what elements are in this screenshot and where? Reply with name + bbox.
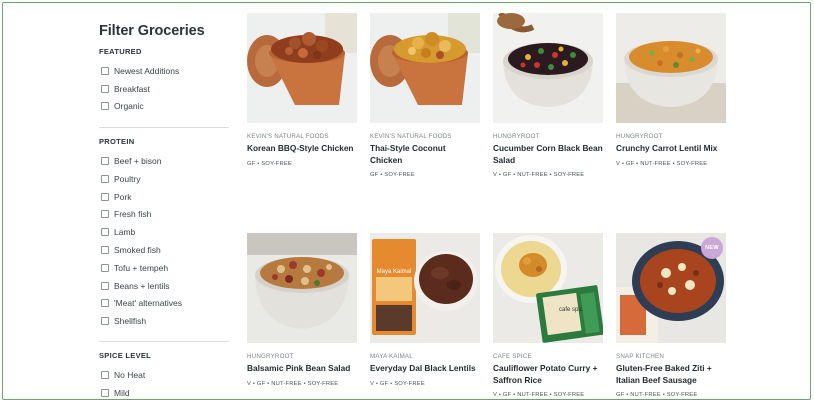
filter-option-fresh-fish[interactable]: Fresh fish bbox=[101, 208, 151, 220]
product-tags: GF • SOY-FREE bbox=[247, 160, 293, 167]
product-brand: CAFE SPICE bbox=[493, 353, 532, 360]
product-tags: V • GF • NUT-FREE • SOY-FREE bbox=[616, 160, 708, 167]
product-image[interactable] bbox=[493, 13, 603, 123]
checkbox[interactable] bbox=[101, 85, 109, 93]
filter-option-label: Pork bbox=[114, 192, 132, 202]
product-card[interactable]: cafe spice CAFE SPICE Cauliflower Potato… bbox=[493, 233, 603, 398]
checkbox[interactable] bbox=[101, 317, 109, 325]
product-image[interactable] bbox=[616, 13, 726, 123]
checkbox[interactable] bbox=[101, 67, 109, 75]
product-card[interactable]: NEW SNAP KITCHEN Gluten-Free Baked Ziti … bbox=[616, 233, 726, 398]
filter-title: Filter Groceries bbox=[99, 23, 205, 39]
product-card[interactable]: KEVIN'S NATURAL FOODS Thai-Style Coconut… bbox=[370, 13, 480, 178]
product-image[interactable] bbox=[247, 13, 357, 123]
filter-option-label: Beef + bison bbox=[114, 156, 162, 166]
section-divider bbox=[99, 127, 229, 128]
product-card[interactable]: Maya Kaimal MAYA KAIMAL Everyday Dal Bla… bbox=[370, 233, 480, 387]
section-divider bbox=[99, 341, 229, 342]
checkbox[interactable] bbox=[101, 371, 109, 379]
new-badge: NEW bbox=[701, 237, 723, 259]
filter-option-label: Organic bbox=[114, 101, 144, 111]
product-brand: HUNGRYROOT bbox=[493, 133, 540, 140]
filter-option-lamb[interactable]: Lamb bbox=[101, 226, 135, 238]
product-tags: GF • SOY-FREE bbox=[370, 172, 416, 178]
checkbox[interactable] bbox=[101, 389, 109, 397]
product-image[interactable]: Maya Kaimal bbox=[370, 233, 480, 343]
product-name[interactable]: Balsamic Pink Bean Salad bbox=[247, 363, 357, 375]
filter-option-beef-bison[interactable]: Beef + bison bbox=[101, 155, 162, 167]
filter-option-shellfish[interactable]: Shellfish bbox=[101, 315, 146, 327]
filter-option-label: 'Meat' alternatives bbox=[114, 298, 182, 308]
filter-option-label: Tofu + tempeh bbox=[114, 263, 169, 273]
filter-option-label: Smoked fish bbox=[114, 245, 161, 255]
filter-option-smoked-fish[interactable]: Smoked fish bbox=[101, 244, 161, 256]
product-tags: V • GF • NUT-FREE • SOY-FREE bbox=[493, 392, 585, 398]
product-name[interactable]: Cauliflower Potato Curry + Saffron Rice bbox=[493, 363, 603, 386]
product-brand: SNAP KITCHEN bbox=[616, 353, 665, 360]
page-frame: Filter Groceries FEATURED Newest Additio… bbox=[2, 2, 811, 400]
product-name[interactable]: Thai-Style Coconut Chicken bbox=[370, 143, 480, 166]
filter-option-no-heat[interactable]: No Heat bbox=[101, 369, 145, 381]
product-image[interactable] bbox=[247, 233, 357, 343]
product-image[interactable] bbox=[370, 13, 480, 123]
product-name[interactable]: Everyday Dal Black Lentils bbox=[370, 363, 480, 375]
filter-option-tofu-tempeh[interactable]: Tofu + tempeh bbox=[101, 262, 168, 274]
filter-option-label: Newest Additions bbox=[114, 66, 180, 76]
filter-option-organic[interactable]: Organic bbox=[101, 100, 144, 112]
checkbox[interactable] bbox=[101, 228, 109, 236]
filter-option-label: Beans + lentils bbox=[114, 281, 170, 291]
product-image[interactable]: cafe spice bbox=[493, 233, 603, 343]
product-brand: MAYA KAIMAL bbox=[370, 353, 413, 360]
checkbox[interactable] bbox=[101, 264, 109, 272]
filter-option-mild[interactable]: Mild bbox=[101, 387, 130, 399]
product-brand: KEVIN'S NATURAL FOODS bbox=[247, 133, 329, 140]
filter-option-poultry[interactable]: Poultry bbox=[101, 173, 140, 185]
product-tags: GF • NUT-FREE • SOY-FREE bbox=[616, 392, 698, 398]
product-card[interactable]: HUNGRYROOT Cucumber Corn Black Bean Sala… bbox=[493, 13, 603, 178]
product-name[interactable]: Korean BBQ-Style Chicken bbox=[247, 143, 357, 155]
filter-option-label: Mild bbox=[114, 388, 130, 398]
product-name[interactable]: Gluten-Free Baked Ziti + Italian Beef Sa… bbox=[616, 363, 726, 386]
product-name[interactable]: Cucumber Corn Black Bean Salad bbox=[493, 143, 603, 166]
checkbox[interactable] bbox=[101, 175, 109, 183]
checkbox[interactable] bbox=[101, 246, 109, 254]
product-brand: KEVIN'S NATURAL FOODS bbox=[370, 133, 452, 140]
section-title-spice-level: SPICE LEVEL bbox=[99, 351, 152, 360]
filter-option-label: Lamb bbox=[114, 227, 136, 237]
section-title-protein: PROTEIN bbox=[99, 137, 135, 146]
product-card[interactable]: HUNGRYROOT Balsamic Pink Bean Salad V • … bbox=[247, 233, 357, 387]
filter-option-label: Breakfast bbox=[114, 84, 150, 94]
product-name[interactable]: Crunchy Carrot Lentil Mix bbox=[616, 143, 726, 155]
checkbox[interactable] bbox=[101, 102, 109, 110]
product-tags: V • GF • NUT-FREE • SOY-FREE bbox=[247, 380, 339, 387]
checkbox[interactable] bbox=[101, 157, 109, 165]
svg-text:Maya Kaimal: Maya Kaimal bbox=[377, 269, 412, 275]
product-brand: HUNGRYROOT bbox=[616, 133, 663, 140]
product-image[interactable]: NEW bbox=[616, 233, 726, 343]
filter-option-label: Shellfish bbox=[114, 316, 147, 326]
checkbox[interactable] bbox=[101, 193, 109, 201]
checkbox[interactable] bbox=[101, 299, 109, 307]
filter-option-label: No Heat bbox=[114, 370, 146, 380]
filter-option-label: Fresh fish bbox=[114, 209, 152, 219]
product-tags: V • GF • SOY-FREE bbox=[370, 380, 425, 387]
filter-option-newest-additions[interactable]: Newest Additions bbox=[101, 65, 179, 77]
filter-option-label: Poultry bbox=[114, 174, 141, 184]
product-card[interactable]: KEVIN'S NATURAL FOODS Korean BBQ-Style C… bbox=[247, 13, 357, 167]
checkbox[interactable] bbox=[101, 210, 109, 218]
filter-option-breakfast[interactable]: Breakfast bbox=[101, 83, 150, 95]
filter-option-meat-alternatives[interactable]: 'Meat' alternatives bbox=[101, 297, 182, 309]
filter-option-beans-lentils[interactable]: Beans + lentils bbox=[101, 280, 170, 292]
product-brand: HUNGRYROOT bbox=[247, 353, 294, 360]
checkbox[interactable] bbox=[101, 282, 109, 290]
product-tags: V • GF • NUT-FREE • SOY-FREE bbox=[493, 172, 585, 178]
section-title-featured: FEATURED bbox=[99, 47, 142, 56]
product-card[interactable]: HUNGRYROOT Crunchy Carrot Lentil Mix V •… bbox=[616, 13, 726, 167]
filter-option-pork[interactable]: Pork bbox=[101, 191, 131, 203]
